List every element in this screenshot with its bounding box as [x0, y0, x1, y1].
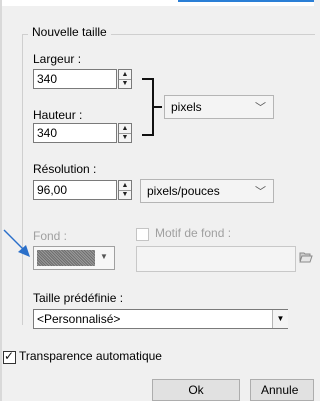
- background-pattern-label: Motif de fond :: [155, 226, 232, 240]
- chevron-down-icon: ﹀: [255, 102, 266, 114]
- height-label: Hauteur :: [33, 108, 83, 122]
- ok-button[interactable]: Ok: [152, 379, 240, 401]
- top-accent-line: [178, 0, 314, 2]
- open-folder-icon[interactable]: [299, 251, 313, 263]
- cancel-button[interactable]: Annule: [250, 379, 314, 401]
- chevron-down-icon: ﹀: [255, 186, 266, 198]
- spin-down-icon[interactable]: ▼: [119, 190, 131, 199]
- height-spinner[interactable]: ▲ ▼: [118, 123, 132, 143]
- width-spinner[interactable]: ▲ ▼: [118, 69, 132, 89]
- resolution-unit-select[interactable]: pixels/pouces ﹀: [140, 179, 274, 203]
- background-color-picker[interactable]: ▼: [33, 246, 115, 270]
- resolution-spinner[interactable]: ▲ ▼: [118, 180, 132, 200]
- background-label: Fond :: [33, 229, 68, 243]
- width-label: Largeur :: [33, 52, 82, 66]
- chevron-down-icon[interactable]: ▼: [272, 310, 288, 328]
- resolution-input[interactable]: 96,00: [33, 180, 117, 200]
- width-input[interactable]: 340: [33, 69, 117, 89]
- chevron-down-icon: ▼: [100, 252, 108, 261]
- background-swatch: [37, 250, 95, 266]
- spin-down-icon[interactable]: ▼: [119, 133, 131, 142]
- group-title: Nouvelle taille: [28, 25, 111, 39]
- annotation-arrow: [3, 229, 30, 257]
- size-unit-value: pixels: [171, 100, 202, 114]
- aspect-ratio-link-tick: [154, 106, 162, 108]
- window-top-strip: [0, 0, 314, 6]
- spin-down-icon[interactable]: ▼: [119, 79, 131, 88]
- background-pattern-checkbox[interactable]: [136, 228, 149, 241]
- preset-size-label: Taille prédéfinie :: [33, 291, 124, 305]
- height-input[interactable]: 340: [33, 123, 117, 143]
- resolution-label: Résolution :: [33, 162, 97, 176]
- size-unit-select[interactable]: pixels ﹀: [164, 95, 274, 119]
- preset-size-select[interactable]: <Personnalisé>: [33, 309, 288, 329]
- auto-transparency-checkbox[interactable]: [3, 349, 16, 364]
- aspect-ratio-link-bracket[interactable]: [142, 78, 154, 136]
- left-edge: [0, 0, 2, 401]
- background-pattern-field: [136, 246, 296, 272]
- auto-transparency-label: Transparence automatique: [19, 349, 162, 363]
- resolution-unit-value: pixels/pouces: [147, 184, 220, 198]
